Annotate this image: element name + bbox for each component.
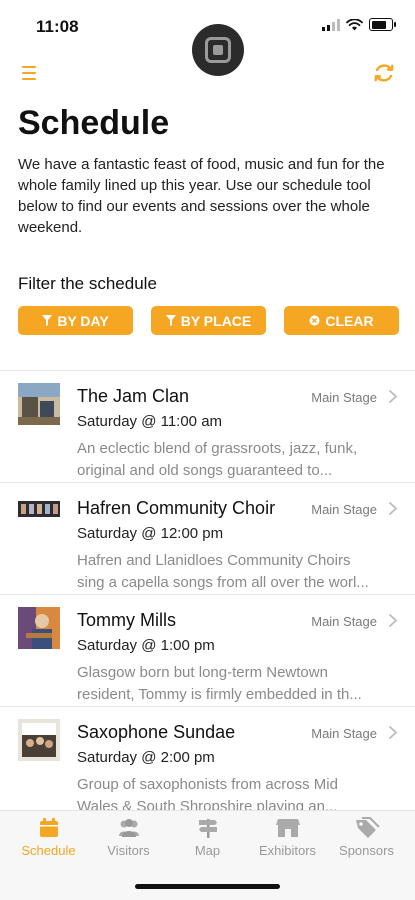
shop-icon (275, 819, 300, 837)
event-thumbnail (18, 607, 60, 649)
tab-sponsors-label: Sponsors (339, 843, 394, 858)
tab-exhibitors-label: Exhibitors (258, 843, 317, 858)
filter-by-day-button[interactable]: BY DAY (18, 306, 133, 335)
people-icon (118, 819, 139, 837)
filter-by-day-label: BY DAY (57, 312, 109, 329)
clear-icon (309, 315, 320, 326)
event-title: Saxophone Sundae (77, 722, 236, 742)
event-thumbnail (18, 383, 60, 425)
event-description-line: An eclectic blend of grassroots, jazz, f… (77, 440, 358, 457)
event-list: The Jam Clan Main Stage Saturday @ 11:00… (0, 370, 415, 819)
intro-text: We have a fantastic feast of food, music… (18, 156, 385, 236)
funnel-icon (42, 315, 53, 326)
event-time: Saturday @ 2:00 pm (77, 749, 215, 766)
wifi-icon (346, 18, 363, 30)
tab-map-label: Map (194, 843, 221, 858)
chevron-right-icon (389, 502, 397, 515)
event-time: Saturday @ 11:00 am (77, 413, 223, 430)
schedule-screen: 11:08 Schedule We have a fantastic feast… (0, 0, 415, 900)
hamburger-menu-icon[interactable] (20, 63, 44, 83)
list-item[interactable]: The Jam Clan Main Stage Saturday @ 11:00… (0, 371, 415, 483)
app-logo (192, 24, 244, 76)
filter-by-place-label: BY PLACE (180, 312, 252, 329)
event-description: Glasgow born but long-term Newtown resid… (77, 662, 395, 706)
list-item[interactable]: Saxophone Sundae Main Stage Saturday @ 2… (0, 707, 415, 819)
event-title: The Jam Clan (77, 386, 190, 406)
event-time: Saturday @ 1:00 pm (77, 637, 215, 654)
event-place: Main Stage (311, 502, 377, 517)
calendar-icon (39, 818, 58, 837)
status-time: 11:08 (36, 17, 79, 36)
refresh-icon[interactable] (371, 60, 397, 86)
event-description-line: original and old songs guaranteed to... (77, 462, 333, 479)
tab-visitors[interactable]: Visitors (87, 817, 170, 858)
battery-icon (369, 18, 396, 31)
event-description-line: Glasgow born but long-term Newtown (77, 664, 328, 681)
tags-icon (355, 817, 380, 838)
event-description-line: Group of saxophonists from across Mid (77, 776, 338, 793)
filter-buttons: BY DAY BY PLACE CLEAR (18, 306, 399, 335)
event-thumbnail (18, 495, 60, 537)
event-description: An eclectic blend of grassroots, jazz, f… (77, 438, 395, 482)
page-title: Schedule (18, 104, 170, 142)
filter-clear-label: CLEAR (325, 312, 374, 329)
event-place: Main Stage (311, 614, 377, 629)
chevron-right-icon (389, 726, 397, 739)
home-indicator (135, 884, 280, 889)
tab-sponsors[interactable]: Sponsors (325, 817, 408, 858)
filter-heading: Filter the schedule (18, 274, 157, 293)
event-title: Tommy Mills (77, 610, 176, 630)
event-description-line: sing a capella songs from all over the w… (77, 574, 369, 591)
event-description: Hafren and Llanidloes Community Choirs s… (77, 550, 395, 594)
list-item[interactable]: Hafren Community Choir Main Stage Saturd… (0, 483, 415, 595)
tab-schedule[interactable]: Schedule (7, 817, 90, 858)
event-time: Saturday @ 12:00 pm (77, 525, 224, 542)
status-icons (322, 18, 396, 31)
tab-schedule-label: Schedule (21, 843, 76, 858)
chevron-right-icon (389, 614, 397, 627)
list-item[interactable]: Tommy Mills Main Stage Saturday @ 1:00 p… (0, 595, 415, 707)
event-description-line: Hafren and Llanidloes Community Choirs (77, 552, 351, 569)
event-title: Hafren Community Choir (77, 498, 276, 518)
funnel-icon (165, 315, 176, 326)
chevron-right-icon (389, 390, 397, 403)
tab-visitors-label: Visitors (107, 843, 150, 858)
event-place: Main Stage (311, 390, 377, 405)
filter-clear-button[interactable]: CLEAR (284, 306, 399, 335)
event-place: Main Stage (311, 726, 377, 741)
tab-map[interactable]: Map (166, 817, 249, 858)
event-thumbnail (18, 719, 60, 761)
signal-icon (322, 18, 340, 31)
event-description-line: resident, Tommy is firmly embedded in th… (77, 686, 362, 703)
signpost-icon (198, 819, 217, 838)
filter-by-place-button[interactable]: BY PLACE (151, 306, 266, 335)
tab-exhibitors[interactable]: Exhibitors (246, 817, 329, 858)
